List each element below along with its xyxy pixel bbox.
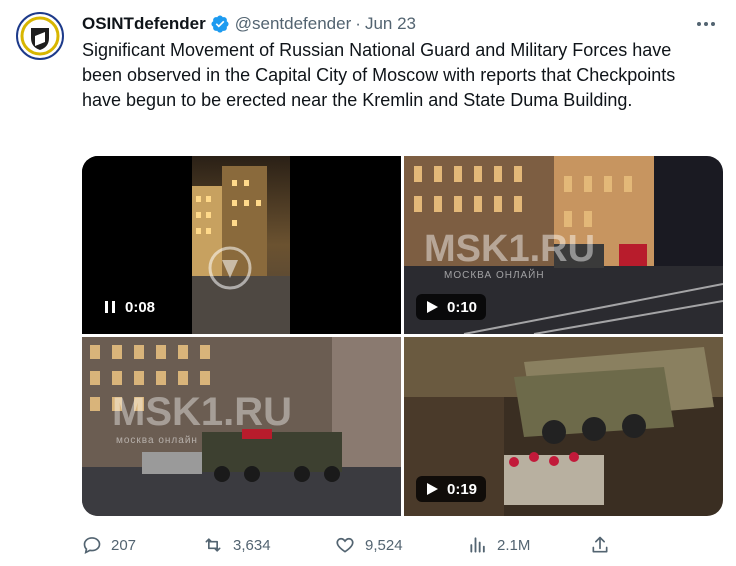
reply-count: 207 bbox=[111, 536, 137, 554]
more-dots-icon bbox=[697, 22, 715, 26]
video-1-time: 0:08 bbox=[125, 298, 156, 316]
pause-icon bbox=[105, 301, 115, 313]
author-handle[interactable]: @sentdefender bbox=[235, 14, 352, 34]
osint-logo-icon bbox=[19, 15, 61, 57]
video-1-playback-badge[interactable]: 0:08 bbox=[94, 294, 165, 320]
video-4[interactable]: 0:19 bbox=[404, 337, 723, 516]
video-4-playback-badge[interactable]: 0:19 bbox=[416, 476, 487, 502]
views-chart-icon bbox=[470, 537, 485, 553]
play-icon bbox=[427, 301, 438, 313]
media-grid: 0:08 MSK1.RU МОСКВА ОНЛАЙН 0:10 MSK1.RU … bbox=[82, 156, 723, 516]
tweet-date[interactable]: Jun 23 bbox=[365, 14, 416, 34]
tweet-text: Significant Movement of Russian National… bbox=[82, 40, 676, 110]
more-options-button[interactable] bbox=[692, 12, 720, 36]
video-4-time: 0:19 bbox=[447, 480, 478, 498]
video-1[interactable]: 0:08 bbox=[82, 156, 401, 334]
avatar[interactable] bbox=[16, 12, 64, 60]
video-3[interactable]: MSK1.RU москва онлайн bbox=[82, 337, 401, 516]
heart-icon bbox=[336, 537, 354, 553]
video-2-watermark: MSK1.RU bbox=[424, 228, 595, 270]
author-name[interactable]: OSINTdefender bbox=[82, 14, 206, 34]
reply-button[interactable]: 207 bbox=[82, 530, 136, 560]
views-count: 2.1M bbox=[497, 536, 531, 554]
share-icon bbox=[592, 536, 608, 553]
video-3-watermark-sub: москва онлайн bbox=[116, 435, 198, 446]
video-2[interactable]: MSK1.RU МОСКВА ОНЛАЙН 0:10 bbox=[404, 156, 723, 334]
like-count: 9,524 bbox=[365, 536, 403, 554]
play-icon bbox=[427, 483, 438, 495]
tweet-header: OSINTdefender @sentdefender · Jun 23 bbox=[82, 12, 724, 36]
retweet-icon bbox=[205, 538, 221, 552]
separator: · bbox=[355, 14, 361, 33]
video-2-watermark-sub: МОСКВА ОНЛАЙН bbox=[444, 268, 545, 281]
video-3-watermark: MSK1.RU bbox=[112, 390, 292, 434]
share-button[interactable] bbox=[590, 530, 610, 560]
like-button[interactable]: 9,524 bbox=[334, 530, 403, 560]
reply-icon bbox=[83, 537, 101, 555]
video-2-playback-badge[interactable]: 0:10 bbox=[416, 294, 487, 320]
video-2-time: 0:10 bbox=[447, 298, 478, 316]
retweet-button[interactable]: 3,634 bbox=[202, 530, 271, 560]
verified-badge-icon bbox=[211, 15, 229, 33]
retweet-count: 3,634 bbox=[233, 536, 271, 554]
views-button[interactable]: 2.1M bbox=[468, 530, 530, 560]
tweet-actions: 207 3,634 9,524 2.1M bbox=[82, 530, 622, 560]
video-3-thumbnail: MSK1.RU москва онлайн bbox=[82, 337, 401, 516]
